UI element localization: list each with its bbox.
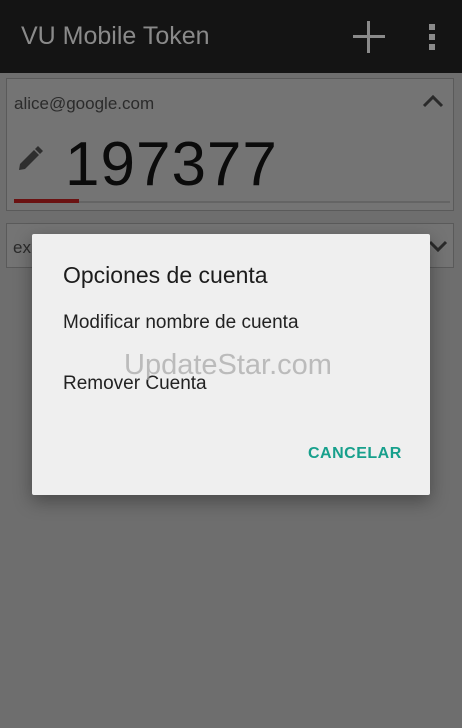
plus-icon — [353, 21, 385, 53]
cancel-button[interactable]: CANCELAR — [308, 445, 402, 463]
collapse-button[interactable] — [421, 91, 445, 111]
remove-account-option[interactable]: Remover Cuenta — [63, 373, 207, 395]
chevron-down-icon — [428, 240, 448, 253]
app-title: VU Mobile Token — [21, 22, 210, 50]
dialog-title: Opciones de cuenta — [63, 262, 268, 288]
token-code: 197377 — [65, 130, 278, 199]
account-email: alice@google.com — [14, 94, 155, 113]
overflow-menu-button[interactable] — [420, 20, 444, 54]
pencil-icon — [19, 146, 43, 170]
overflow-menu-icon — [429, 24, 435, 50]
edit-button[interactable] — [16, 144, 44, 172]
account-card[interactable]: alice@google.com 197377 — [6, 78, 454, 211]
expand-button-2[interactable] — [427, 234, 449, 256]
chevron-up-icon — [422, 94, 444, 108]
account-options-dialog: Opciones de cuenta Modificar nombre de c… — [32, 234, 430, 495]
token-progress-track — [14, 199, 450, 203]
app-bar: VU Mobile Token — [0, 0, 462, 73]
account-2-label: ex — [13, 238, 31, 257]
token-progress-fill — [14, 199, 80, 203]
rename-account-option[interactable]: Modificar nombre de cuenta — [63, 312, 299, 334]
add-account-button[interactable] — [350, 18, 388, 56]
